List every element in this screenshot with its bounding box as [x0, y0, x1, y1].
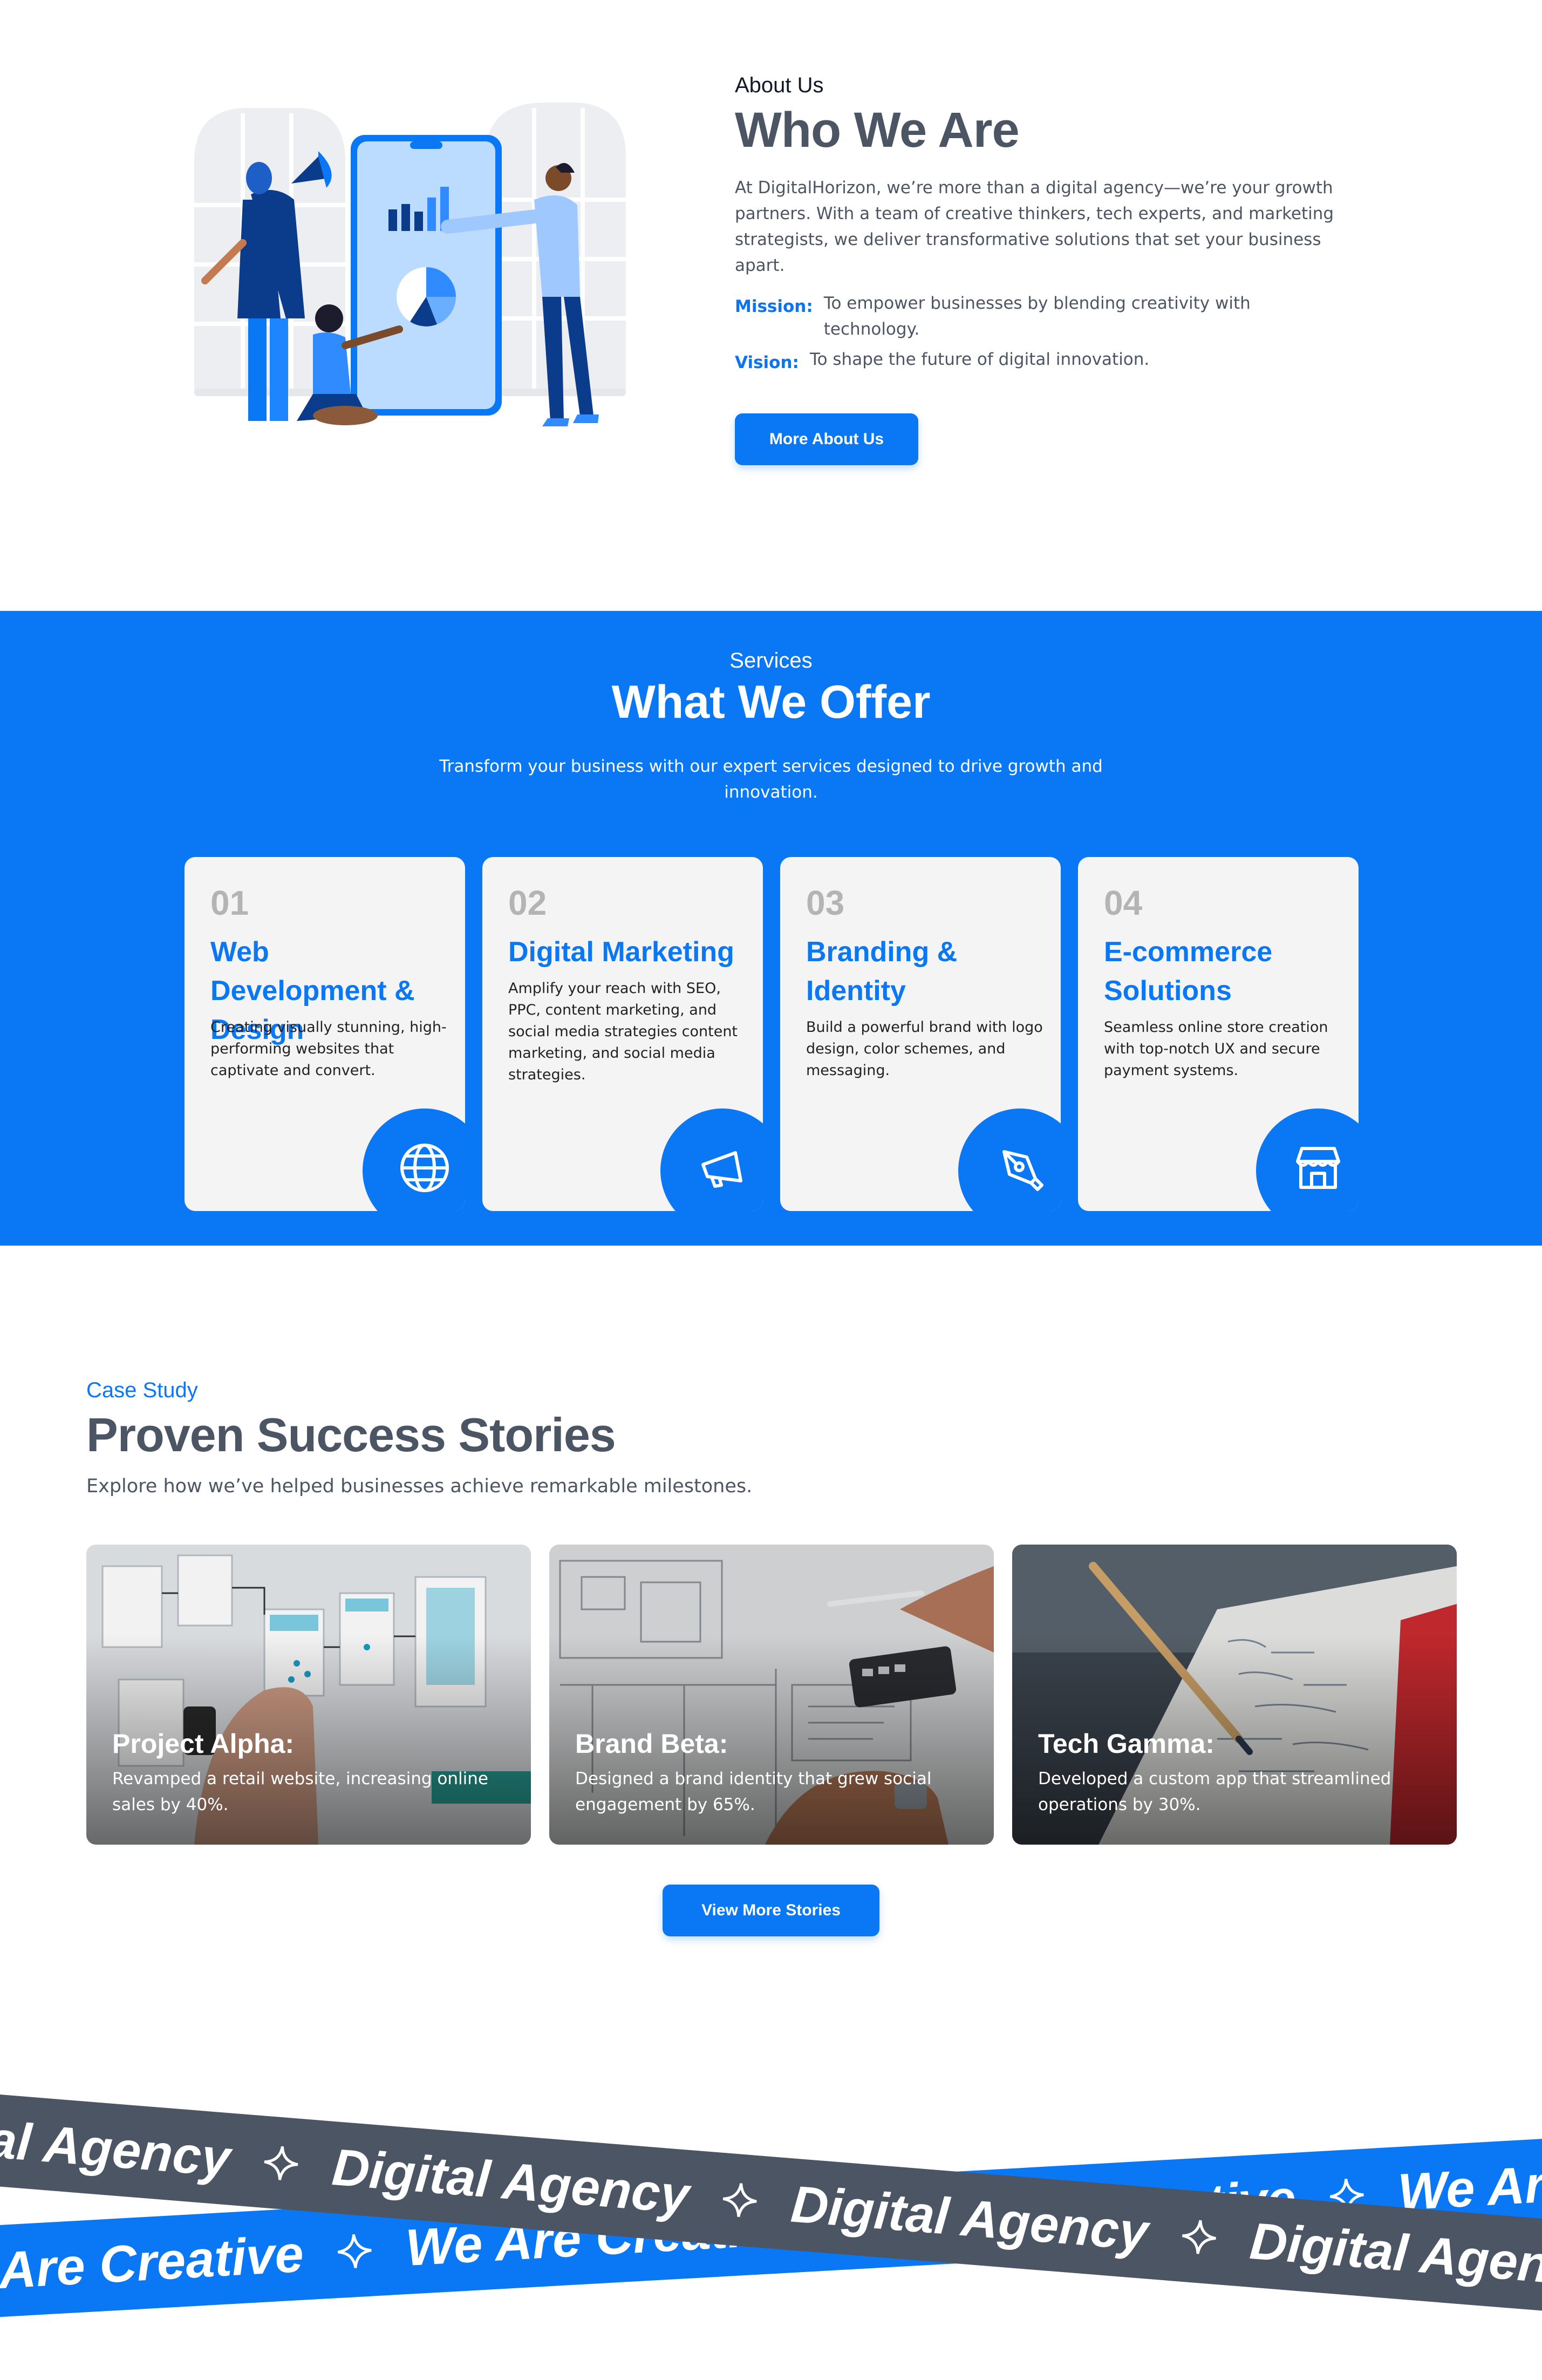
about-title: Who We Are: [735, 103, 1020, 158]
service-description: Amplify your reach with SEO, PPC, conten…: [508, 980, 738, 1083]
case-name: Project Alpha:: [112, 1729, 295, 1759]
case-study-subtitle: Explore how we’ve helped businesses achi…: [86, 1475, 753, 1497]
megaphone-icon: [660, 1109, 763, 1211]
service-number: 03: [806, 883, 845, 922]
store-icon: [1256, 1109, 1359, 1211]
mission-text: To empower businesses by blending creati…: [823, 294, 1251, 339]
services-title: What We Offer: [611, 676, 931, 728]
more-about-us-button[interactable]: More About Us: [735, 413, 918, 465]
case-card-tech-gamma[interactable]: Tech Gamma: Developed a custom app that …: [1012, 1545, 1457, 1845]
marquee-text: Digital Agency: [789, 2175, 1150, 2262]
vision-text: To shape the future of digital innovatio…: [809, 350, 1150, 369]
mission-label: Mission:: [735, 297, 813, 316]
sparkle-icon: [723, 2183, 758, 2218]
marquee-section: We Are Creative We Are Creative We Are C…: [0, 2066, 1542, 2380]
mission-row: Mission: To empower businesses by blendi…: [735, 290, 1350, 342]
service-card-branding[interactable]: 03 Branding & Identity Build a powerful …: [780, 857, 1061, 1211]
sparkle-icon: [264, 2146, 298, 2180]
about-paragraph: At DigitalHorizon, we’re more than a dig…: [735, 178, 1334, 275]
case-description: Revamped a retail website, increasing on…: [112, 1769, 489, 1814]
case-description: Designed a brand identity that grew soci…: [575, 1769, 932, 1814]
service-description: Seamless online store creation with top-…: [1104, 1019, 1328, 1079]
service-card-ecommerce[interactable]: 04 E-commerce Solutions Seamless online …: [1078, 857, 1359, 1211]
marquee-text: Digital Agency: [330, 2138, 692, 2225]
sparkle-icon: [337, 2234, 372, 2268]
service-description: Creating visually stunning, high-perform…: [210, 1019, 447, 1079]
marquee-text: Digital Agency: [0, 2101, 233, 2188]
case-name: Brand Beta:: [575, 1729, 728, 1759]
case-card-brand-beta[interactable]: Brand Beta: Designed a brand identity th…: [549, 1545, 994, 1845]
about-eyebrow: About Us: [735, 73, 824, 97]
case-study-section: Case Study Proven Success Stories Explor…: [0, 1246, 1542, 2066]
vision-row: Vision: To shape the future of digital i…: [735, 346, 1350, 376]
view-more-stories-button[interactable]: View More Stories: [663, 1885, 879, 1936]
about-section: About Us Who We Are At DigitalHorizon, w…: [0, 0, 1542, 611]
case-card-project-alpha[interactable]: Project Alpha: Revamped a retail website…: [86, 1545, 531, 1845]
service-number: 04: [1104, 883, 1143, 922]
marquee-text: Digital Agency: [1247, 2212, 1542, 2299]
services-subtitle: Transform your business with our expert …: [439, 757, 1103, 802]
vision-label: Vision:: [735, 353, 799, 372]
services-section: Services What We Offer Transform your bu…: [0, 611, 1542, 1246]
service-title: Digital Marketing: [508, 936, 734, 968]
case-name: Tech Gamma:: [1038, 1729, 1215, 1759]
service-card-marketing[interactable]: 02 Digital Marketing Amplify your reach …: [482, 857, 763, 1211]
service-title: E-commerce Solutions: [1104, 936, 1273, 1007]
globe-icon: [363, 1109, 465, 1211]
team-growth-illustration: [194, 103, 626, 426]
service-description: Build a powerful brand with logo design,…: [806, 1019, 1043, 1079]
service-card-web[interactable]: 01 Web Development & Design Creating vis…: [185, 857, 465, 1211]
pen-tool-icon: [958, 1109, 1061, 1211]
services-eyebrow: Services: [729, 649, 813, 672]
case-study-title: Proven Success Stories: [86, 1408, 616, 1461]
case-study-eyebrow: Case Study: [86, 1378, 198, 1402]
case-description: Developed a custom app that streamlined …: [1038, 1769, 1391, 1814]
service-number: 01: [210, 883, 249, 922]
service-title: Branding & Identity: [806, 936, 958, 1007]
about-content: About Us Who We Are At DigitalHorizon, w…: [735, 73, 1350, 376]
sparkle-icon: [1182, 2220, 1216, 2254]
service-number: 02: [508, 883, 547, 922]
marquee-text: We Are Creative: [0, 2225, 305, 2305]
